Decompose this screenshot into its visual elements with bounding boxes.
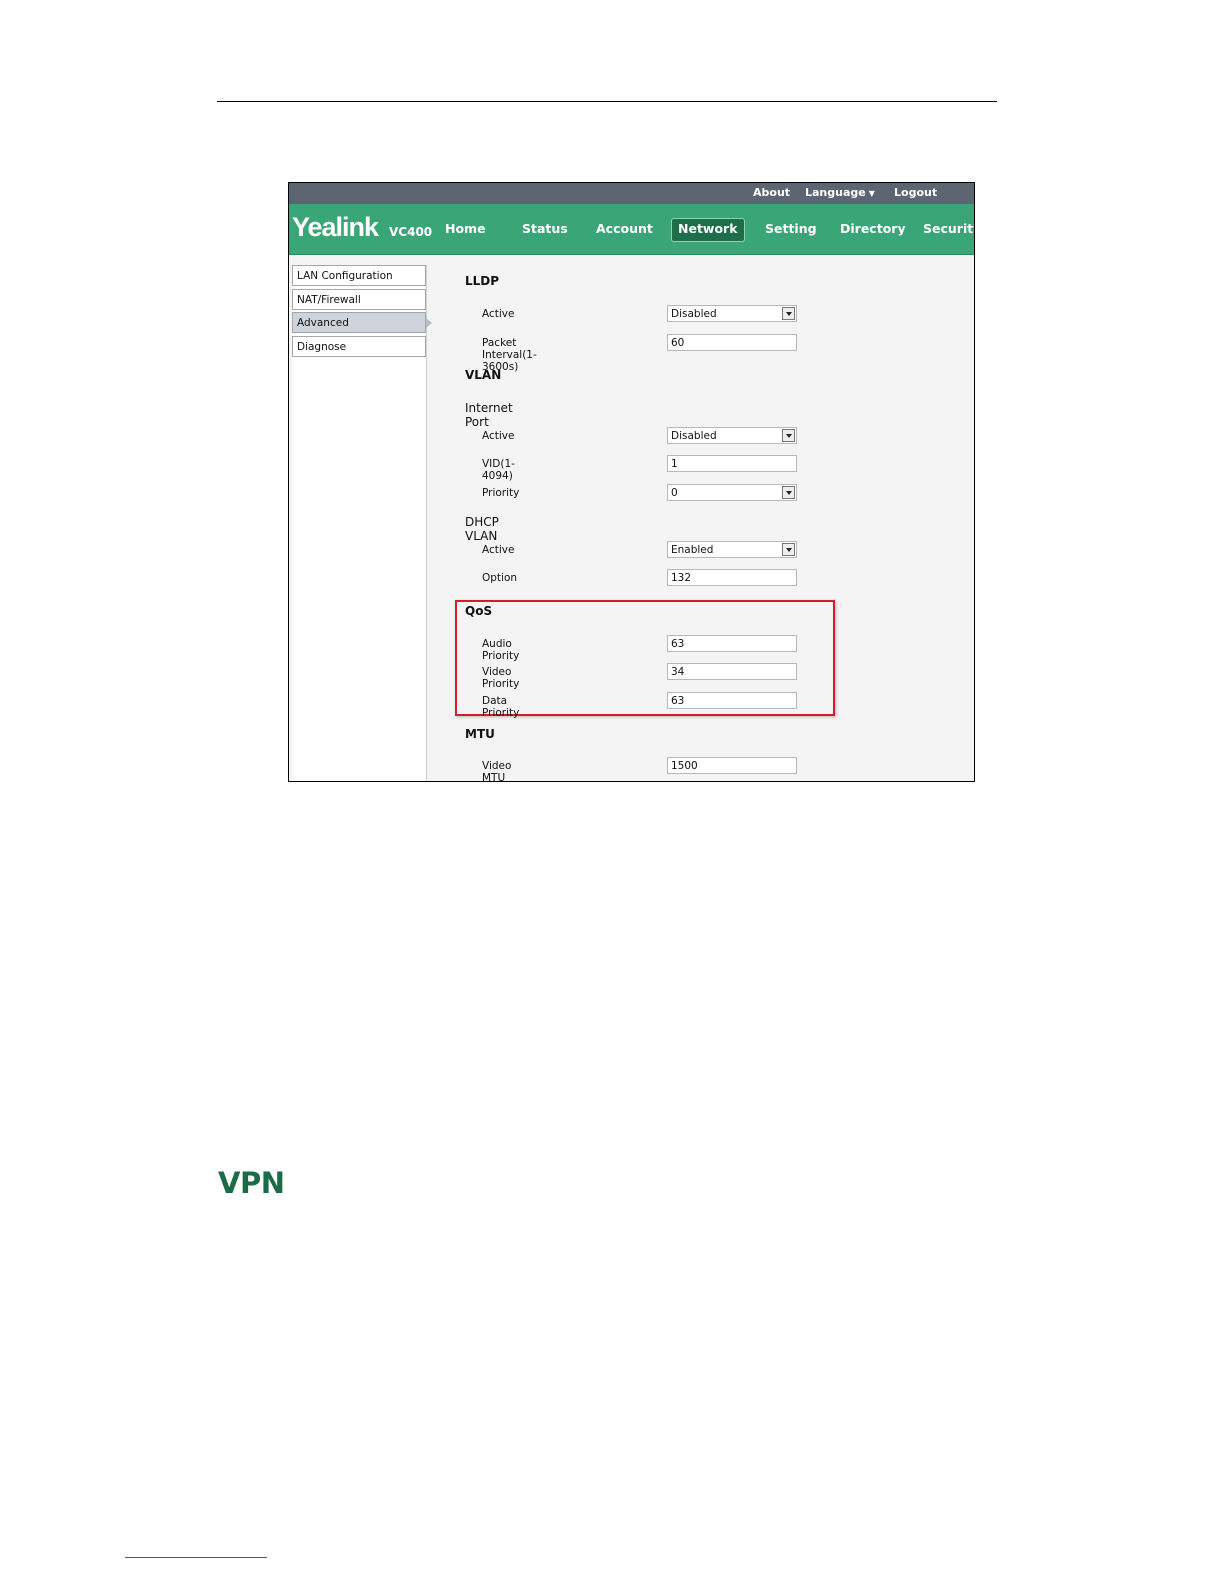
option-input[interactable]: 132	[667, 569, 797, 586]
video-mtu-input[interactable]: 1500	[667, 757, 797, 774]
yealink-logo: Yealink	[292, 212, 379, 242]
tab-setting[interactable]: Setting	[765, 218, 817, 240]
chevron-down-icon: ▼	[868, 189, 875, 198]
lldp-title: LLDP	[465, 274, 500, 288]
video-priority-label: Video Priority	[482, 666, 520, 690]
dhcp-vlan-title: DHCP VLAN	[465, 515, 499, 543]
main-nav: Yealink VC400 Home Status Account Networ…	[289, 204, 974, 255]
data-priority-label: Data Priority	[482, 695, 520, 719]
dhcp-vlan-active-label: Active	[482, 544, 515, 556]
dropdown-arrow-icon	[782, 307, 795, 320]
vlan-active-select[interactable]: Disabled	[667, 427, 797, 444]
priority-value: 0	[671, 487, 678, 499]
sidebar-item-diagnose[interactable]: Diagnose	[292, 335, 426, 357]
vid-label: VID(1-4094)	[482, 458, 515, 482]
sidebar-item-advanced[interactable]: Advanced	[292, 312, 432, 333]
vpn-section-heading: VPN	[218, 1166, 285, 1200]
vlan-active-value: Disabled	[671, 430, 717, 442]
tab-directory[interactable]: Directory	[840, 218, 906, 240]
lldp-active-label: Active	[482, 308, 515, 320]
footer-link-underline	[125, 1557, 267, 1558]
top-bar: About Language ▼ Logout	[289, 183, 974, 204]
header-rule	[217, 101, 997, 102]
lldp-active-select[interactable]: Disabled	[667, 305, 797, 322]
web-ui-screenshot: About Language ▼ Logout Yealink VC400 Hom…	[288, 182, 975, 782]
logout-link[interactable]: Logout	[894, 186, 937, 199]
audio-priority-label: Audio Priority	[482, 638, 520, 662]
dropdown-arrow-icon	[782, 486, 795, 499]
vid-input[interactable]: 1	[667, 455, 797, 472]
tab-security[interactable]: Security	[923, 218, 974, 240]
language-label: Language	[805, 186, 866, 199]
tab-home[interactable]: Home	[445, 218, 486, 240]
about-link[interactable]: About	[753, 186, 790, 199]
sidebar-item-nat-firewall[interactable]: NAT/Firewall	[292, 288, 426, 310]
sidebar: LAN Configuration NAT/Firewall Advanced …	[292, 265, 432, 359]
internet-port-title: Internet Port	[465, 401, 513, 429]
dropdown-arrow-icon	[782, 543, 795, 556]
tab-status[interactable]: Status	[522, 218, 568, 240]
audio-priority-input[interactable]: 63	[667, 635, 797, 652]
dropdown-arrow-icon	[782, 429, 795, 442]
video-priority-input[interactable]: 34	[667, 663, 797, 680]
priority-select[interactable]: 0	[667, 484, 797, 501]
selected-arrow-icon	[426, 318, 432, 328]
qos-title: QoS	[465, 604, 493, 618]
tab-network[interactable]: Network	[671, 218, 745, 242]
sidebar-item-label: Advanced	[297, 317, 349, 329]
dhcp-vlan-active-value: Enabled	[671, 544, 714, 556]
dhcp-vlan-active-select[interactable]: Enabled	[667, 541, 797, 558]
data-priority-input[interactable]: 63	[667, 692, 797, 709]
tab-account[interactable]: Account	[596, 218, 653, 240]
lldp-active-value: Disabled	[671, 308, 717, 320]
option-label: Option	[482, 572, 518, 584]
vlan-active-label: Active	[482, 430, 515, 442]
priority-label: Priority	[482, 487, 520, 499]
video-mtu-label: Video MTU	[482, 760, 512, 782]
mtu-title: MTU	[465, 727, 495, 741]
model-label: VC400	[389, 225, 433, 239]
vlan-title: VLAN	[465, 368, 502, 382]
sidebar-item-lan-configuration[interactable]: LAN Configuration	[292, 265, 426, 286]
language-menu[interactable]: Language ▼	[805, 186, 875, 199]
lldp-interval-input[interactable]: 60	[667, 334, 797, 351]
